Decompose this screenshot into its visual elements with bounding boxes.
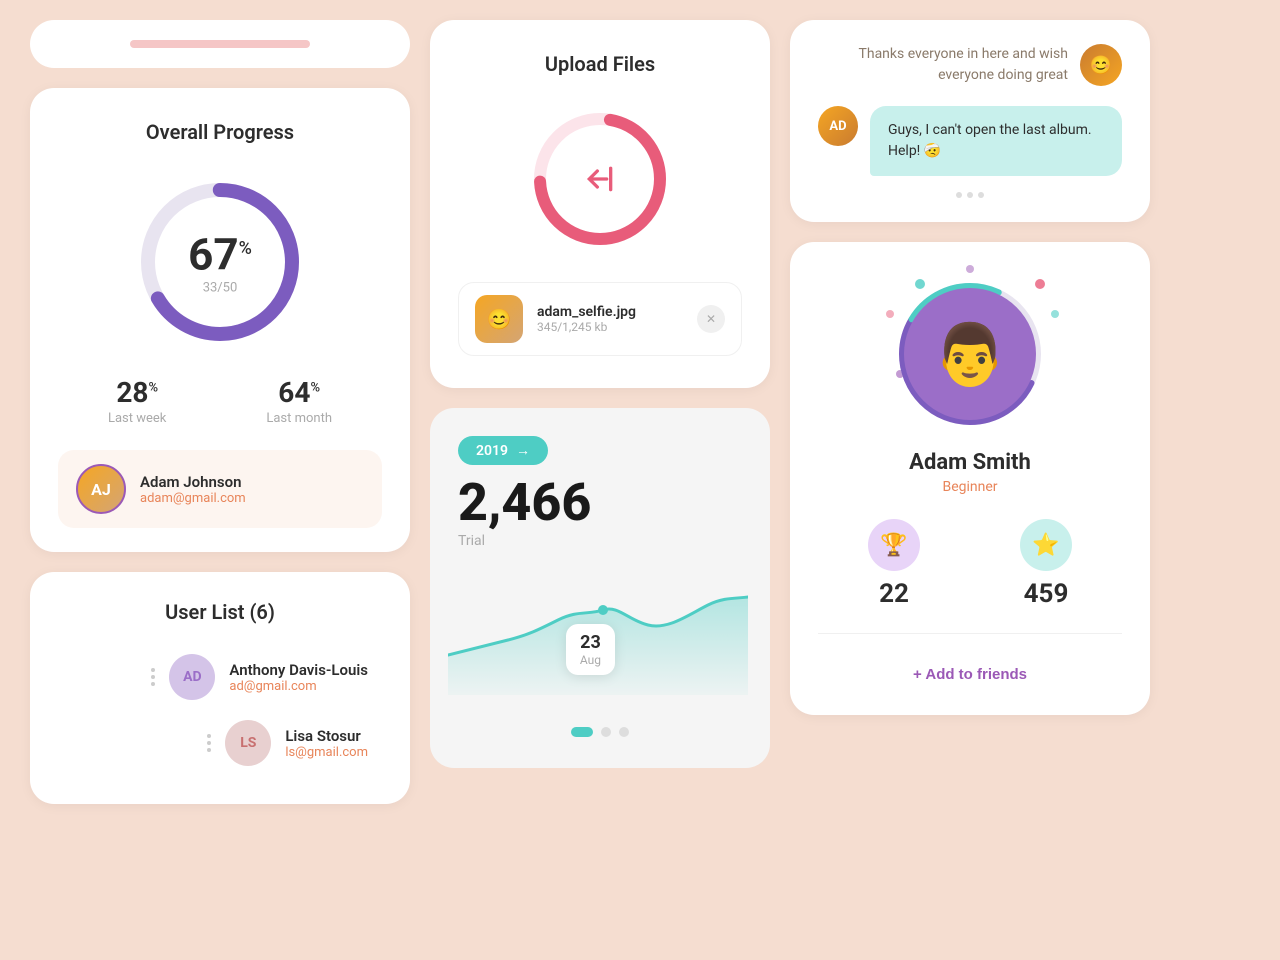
stat2-number: 459 xyxy=(1020,579,1072,609)
year-text: 2019 xyxy=(476,443,508,459)
percent-value: 67% xyxy=(188,229,252,281)
user-ls-info: Lisa Stosur ls@gmail.com xyxy=(285,727,368,760)
profile-card: 👨 Adam Smith Beginner 🏆 22 ⭐ 459 xyxy=(790,242,1150,715)
week-value: 28% xyxy=(108,376,166,409)
user-name: Adam Johnson xyxy=(140,473,246,491)
profile-avatar-wrap: 👨 xyxy=(890,274,1050,434)
user-email: adam@gmail.com xyxy=(140,491,246,506)
donut-chart: 67% 33/50 xyxy=(130,172,310,352)
dots-menu-2[interactable] xyxy=(207,734,211,752)
chart-dot-3[interactable] xyxy=(619,727,629,737)
dots-menu[interactable] xyxy=(151,668,155,686)
chart-pagination xyxy=(458,727,742,737)
fraction-value: 33/50 xyxy=(188,281,252,296)
year-badge[interactable]: 2019 → xyxy=(458,436,548,465)
user-ad-info: Anthony Davis-Louis ad@gmail.com xyxy=(229,661,368,694)
top-bar-progress xyxy=(130,40,310,48)
add-friend-button[interactable]: + Add to friends xyxy=(818,658,1122,691)
avatar-ls: LS xyxy=(225,720,271,766)
week-label: Last week xyxy=(108,411,166,426)
top-bar-card xyxy=(30,20,410,68)
typing-indicator xyxy=(818,192,1122,198)
month-value: 64% xyxy=(266,376,332,409)
avatar-ad: AD xyxy=(169,654,215,700)
profile-stat-1: 🏆 22 xyxy=(868,519,920,609)
list-item[interactable]: AD Anthony Davis-Louis ad@gmail.com xyxy=(58,644,382,710)
chart-tooltip: 23 Aug xyxy=(566,624,615,675)
profile-stats: 🏆 22 ⭐ 459 xyxy=(818,519,1122,634)
user-list-card: User List (6) AD Anthony Davis-Louis ad@… xyxy=(30,572,410,804)
file-name: adam_selfie.jpg xyxy=(537,304,636,320)
file-info: adam_selfie.jpg 345/1,245 kb xyxy=(537,304,636,334)
stat1-number: 22 xyxy=(868,579,920,609)
file-thumbnail: 😊 xyxy=(475,295,523,343)
chart-dot-2[interactable] xyxy=(601,727,611,737)
file-close-button[interactable]: ✕ xyxy=(697,305,725,333)
trial-label: Trial xyxy=(458,533,742,549)
chat-message-left: AD Guys, I can't open the last album. He… xyxy=(818,106,1122,176)
profile-image: 👨 xyxy=(904,288,1036,420)
chart-header: 2019 → xyxy=(458,436,742,465)
badge-icon: 🏆 xyxy=(880,533,907,558)
stats-chart-card: 2019 → 2,466 Trial xyxy=(430,408,770,768)
big-stat-number: 2,466 xyxy=(458,477,742,529)
upload-icon xyxy=(584,163,616,195)
star-icon: ⭐ xyxy=(1032,533,1059,558)
chart-dot-active[interactable] xyxy=(571,727,593,737)
overall-progress-card: Overall Progress 67% 33/50 28% xyxy=(30,88,410,552)
list-item[interactable]: LS Lisa Stosur ls@gmail.com xyxy=(58,710,382,776)
user-info: Adam Johnson adam@gmail.com xyxy=(140,473,246,506)
chat-text-right: Thanks everyone in here and wish everyon… xyxy=(818,44,1068,86)
chart-area: 23 Aug xyxy=(458,565,742,715)
arrow-right-icon: → xyxy=(516,442,530,459)
file-size: 345/1,245 kb xyxy=(537,320,636,334)
tooltip-number: 23 xyxy=(580,632,601,653)
stats-row: 28% Last week 64% Last month xyxy=(58,376,382,426)
chat-left-avatar: AD xyxy=(818,106,858,146)
profile-role: Beginner xyxy=(818,479,1122,495)
profile-stat-2: ⭐ 459 xyxy=(1020,519,1072,609)
chat-card: Thanks everyone in here and wish everyon… xyxy=(790,20,1150,222)
upload-file-row[interactable]: 😊 adam_selfie.jpg 345/1,245 kb ✕ xyxy=(458,282,742,356)
chat-message-right: Thanks everyone in here and wish everyon… xyxy=(818,44,1122,86)
upload-title: Upload Files xyxy=(458,52,742,76)
week-stat: 28% Last week xyxy=(108,376,166,426)
month-stat: 64% Last month xyxy=(266,376,332,426)
badge-icon-circle: 🏆 xyxy=(868,519,920,571)
tooltip-label: Aug xyxy=(580,653,601,667)
upload-files-card: Upload Files 😊 xyxy=(430,20,770,388)
donut-center: 67% 33/50 xyxy=(188,229,252,296)
upload-circle[interactable] xyxy=(525,104,675,254)
month-label: Last month xyxy=(266,411,332,426)
adam-johnson-avatar: AJ xyxy=(91,480,111,499)
chat-right-avatar: 😊 xyxy=(1080,44,1122,86)
user-list-title: User List (6) xyxy=(58,600,382,624)
progress-title: Overall Progress xyxy=(58,120,382,144)
star-icon-circle: ⭐ xyxy=(1020,519,1072,571)
user-profile-row[interactable]: AJ Adam Johnson adam@gmail.com xyxy=(58,450,382,528)
chat-bubble: Guys, I can't open the last album. Help!… xyxy=(870,106,1122,176)
